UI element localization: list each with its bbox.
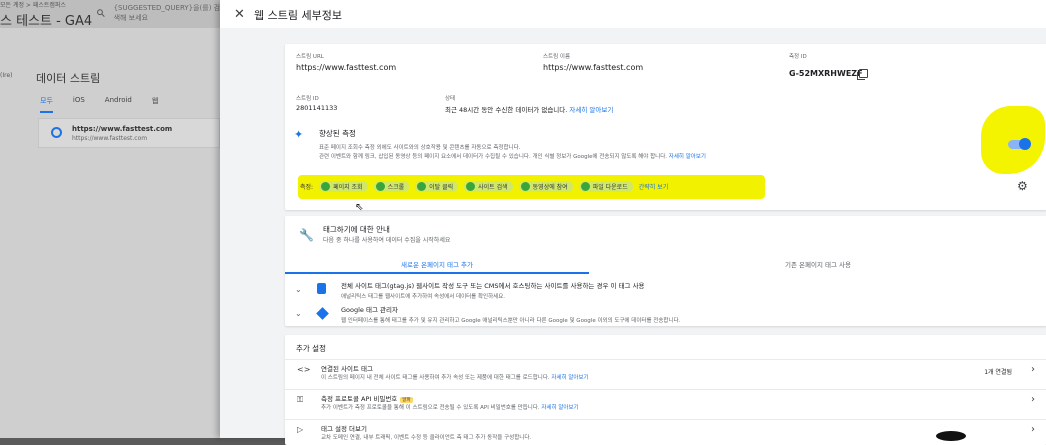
stream-id-label: 스트림 ID bbox=[296, 96, 319, 102]
status-learn-more-link[interactable]: 자세히 알아보기 bbox=[569, 106, 613, 114]
connected-count: 1개 연결됨 bbox=[984, 369, 1012, 376]
enhanced-desc-2: 관련 이벤트와 함께 링크, 삽입된 동영상 등의 페이지 요소에서 데이터가 … bbox=[319, 154, 706, 160]
chevron-right-icon: › bbox=[1031, 424, 1035, 435]
chip-outbound-click: 이탈 클릭 bbox=[415, 181, 459, 192]
search-icon bbox=[466, 182, 476, 191]
enhanced-learn-more-link[interactable]: 자세히 알아보기 bbox=[669, 154, 706, 160]
gtag-icon bbox=[317, 283, 326, 294]
stream-card-url: https://www.fasttest.com bbox=[72, 125, 173, 133]
measurement-protocol-row[interactable]: ⚿ 측정 프로토콜 API 비밀번호 알파 추가 이벤트가 측정 프로토콜을 통해… bbox=[285, 389, 1046, 411]
chip-scroll: 스크롤 bbox=[373, 181, 410, 192]
chevron-down-icon[interactable]: ⌄ bbox=[295, 285, 302, 294]
more-tag-title: 태그 설정 더보기 bbox=[321, 425, 367, 433]
tab-existing-tag[interactable]: 기존 온페이지 태그 사용 bbox=[589, 259, 1046, 269]
stream-id-value: 2801141133 bbox=[296, 104, 338, 112]
measure-id-value: G-52MXRHWEZF bbox=[789, 69, 863, 78]
panel-title: 웹 스트림 세부정보 bbox=[254, 9, 342, 22]
globe-icon bbox=[51, 127, 62, 138]
tab-android[interactable]: Android bbox=[105, 96, 132, 113]
stream-url-value: https://www.fasttest.com bbox=[296, 63, 397, 72]
measurement-chips: 측정: 페이지 조회 스크롤 이탈 클릭 사이트 검색 동영상에 참여 파일 다… bbox=[300, 181, 668, 192]
chevron-down-icon[interactable]: ⌄ bbox=[295, 309, 302, 318]
chevron-right-icon: › bbox=[1031, 364, 1035, 375]
tagging-title: 태그하기에 대한 안내 bbox=[323, 225, 390, 234]
stream-card[interactable]: https://www.fasttest.com https://www.fas… bbox=[38, 118, 220, 148]
measure-id-label: 측정 ID bbox=[789, 54, 807, 60]
eye-icon bbox=[321, 182, 331, 191]
additional-settings-card: 추가 설정 <> 연결된 사이트 태그 이 스트림의 페이지 내 전체 사이트 … bbox=[285, 335, 1046, 445]
tab-all[interactable]: 모두 bbox=[40, 96, 53, 113]
chip-video-engagement: 동영상에 참여 bbox=[518, 181, 573, 192]
tag-icon: ▷ bbox=[297, 425, 304, 434]
gear-icon[interactable]: ⚙ bbox=[1017, 179, 1028, 193]
tab-web[interactable]: 웹 bbox=[152, 96, 158, 113]
tab-ios[interactable]: iOS bbox=[73, 96, 85, 113]
active-tab-indicator bbox=[285, 272, 589, 274]
tagging-subtitle: 다음 중 하나를 사용하여 데이터 수집을 시작하세요 bbox=[323, 237, 451, 244]
status-label: 상태 bbox=[445, 96, 456, 102]
key-icon: ⚿ bbox=[297, 395, 304, 404]
enhanced-measurement-toggle[interactable] bbox=[1008, 138, 1031, 150]
show-less-link[interactable]: 간략히 보기 bbox=[639, 182, 669, 191]
left-label: (Ire) bbox=[0, 72, 13, 79]
data-stream-heading: 데이터 스트림 bbox=[36, 72, 101, 85]
connected-tags-title: 연결된 사이트 태그 bbox=[321, 365, 373, 373]
play-icon bbox=[520, 182, 530, 191]
mouse-cursor-icon: ⇖ bbox=[355, 202, 364, 213]
chevron-right-icon: › bbox=[1031, 394, 1035, 405]
scroll-icon bbox=[375, 182, 385, 191]
gtm-row[interactable]: Google 태그 관리자 웹 인터페이스를 통해 태그를 추가 및 유지 관리하… bbox=[341, 304, 680, 324]
additional-settings-title: 추가 설정 bbox=[296, 344, 326, 353]
mp-title: 측정 프로토콜 API 비밀번호 알파 bbox=[321, 395, 413, 403]
chips-label: 측정: bbox=[300, 184, 314, 191]
web-stream-detail-panel: ✕ 웹 스트림 세부정보 스트림 URL https://www.fasttes… bbox=[220, 0, 1046, 445]
tab-new-tag[interactable]: 새로운 온페이지 태그 추가 bbox=[285, 259, 589, 269]
search-bar[interactable]: {SUGGESTED_QUERY}을(를) 검색해 보세요 bbox=[96, 2, 226, 24]
connected-tags-learn-more[interactable]: 자세히 알아보기 bbox=[551, 375, 588, 381]
chip-file-download: 파일 다운로드 bbox=[578, 181, 633, 192]
mp-learn-more[interactable]: 자세히 알아보기 bbox=[541, 405, 578, 411]
enhanced-measurement-title: 향상된 측정 bbox=[319, 129, 356, 138]
chip-page-view: 페이지 조회 bbox=[319, 181, 368, 192]
tag-manager-icon bbox=[316, 307, 329, 320]
stream-url-label: 스트림 URL bbox=[296, 54, 324, 60]
connected-tags-sub: 이 스트림의 페이지 내 전체 사이트 태그를 사용하여 추가 속성 또는 제품… bbox=[321, 375, 589, 381]
mp-sub: 추가 이벤트가 측정 프로토콜을 통해 이 스트림으로 전송될 수 있도록 AP… bbox=[321, 405, 579, 411]
breadcrumb[interactable]: 모든 계정 > 패스트캠퍼스 bbox=[0, 0, 66, 9]
stream-card-url-sub: https://www.fasttest.com bbox=[72, 135, 148, 142]
toggle-knob bbox=[1019, 138, 1031, 150]
property-title[interactable]: 스 테스트 - GA4 bbox=[0, 10, 92, 29]
copy-icon[interactable] bbox=[857, 69, 868, 80]
stream-name-value: https://www.fasttest.com bbox=[543, 63, 644, 72]
connected-site-tags-row[interactable]: <> 연결된 사이트 태그 이 스트림의 페이지 내 전체 사이트 태그를 사용… bbox=[285, 359, 1046, 381]
panel-header: ✕ 웹 스트림 세부정보 bbox=[220, 0, 1046, 28]
chip-site-search: 사이트 검색 bbox=[464, 181, 513, 192]
annotation-mark bbox=[936, 431, 966, 441]
code-icon: <> bbox=[297, 365, 311, 374]
close-icon[interactable]: ✕ bbox=[234, 7, 245, 22]
stream-tabs: 모두 iOS Android 웹 bbox=[40, 96, 158, 113]
tagging-card: 🔧 태그하기에 대한 안내 다음 중 하나를 사용하여 데이터 수집을 시작하세… bbox=[285, 216, 1046, 326]
click-icon bbox=[417, 182, 427, 191]
gtag-row[interactable]: 전체 사이트 태그(gtag.js) 웹사이트 작성 도구 또는 CMS에서 호… bbox=[341, 280, 645, 300]
more-tag-sub: 교차 도메인 연결, 내부 트래픽, 이벤트 수정 등 클라이언트 측 태그 추… bbox=[321, 435, 532, 441]
search-icon bbox=[97, 9, 105, 17]
stream-name-label: 스트림 이름 bbox=[543, 54, 571, 60]
wrench-icon: 🔧 bbox=[299, 228, 314, 242]
enhanced-desc-1: 표준 페이지 조회수 측정 외에도 사이트와의 상호작용 및 콘텐츠를 자동으로… bbox=[319, 145, 521, 151]
sparkle-icon: ✦ bbox=[294, 128, 304, 141]
search-placeholder: {SUGGESTED_QUERY}을(를) 검색해 보세요 bbox=[113, 4, 221, 22]
download-icon bbox=[580, 182, 590, 191]
status-value: 최근 48시간 동안 수신한 데이터가 없습니다. 자세히 알아보기 bbox=[445, 106, 614, 114]
